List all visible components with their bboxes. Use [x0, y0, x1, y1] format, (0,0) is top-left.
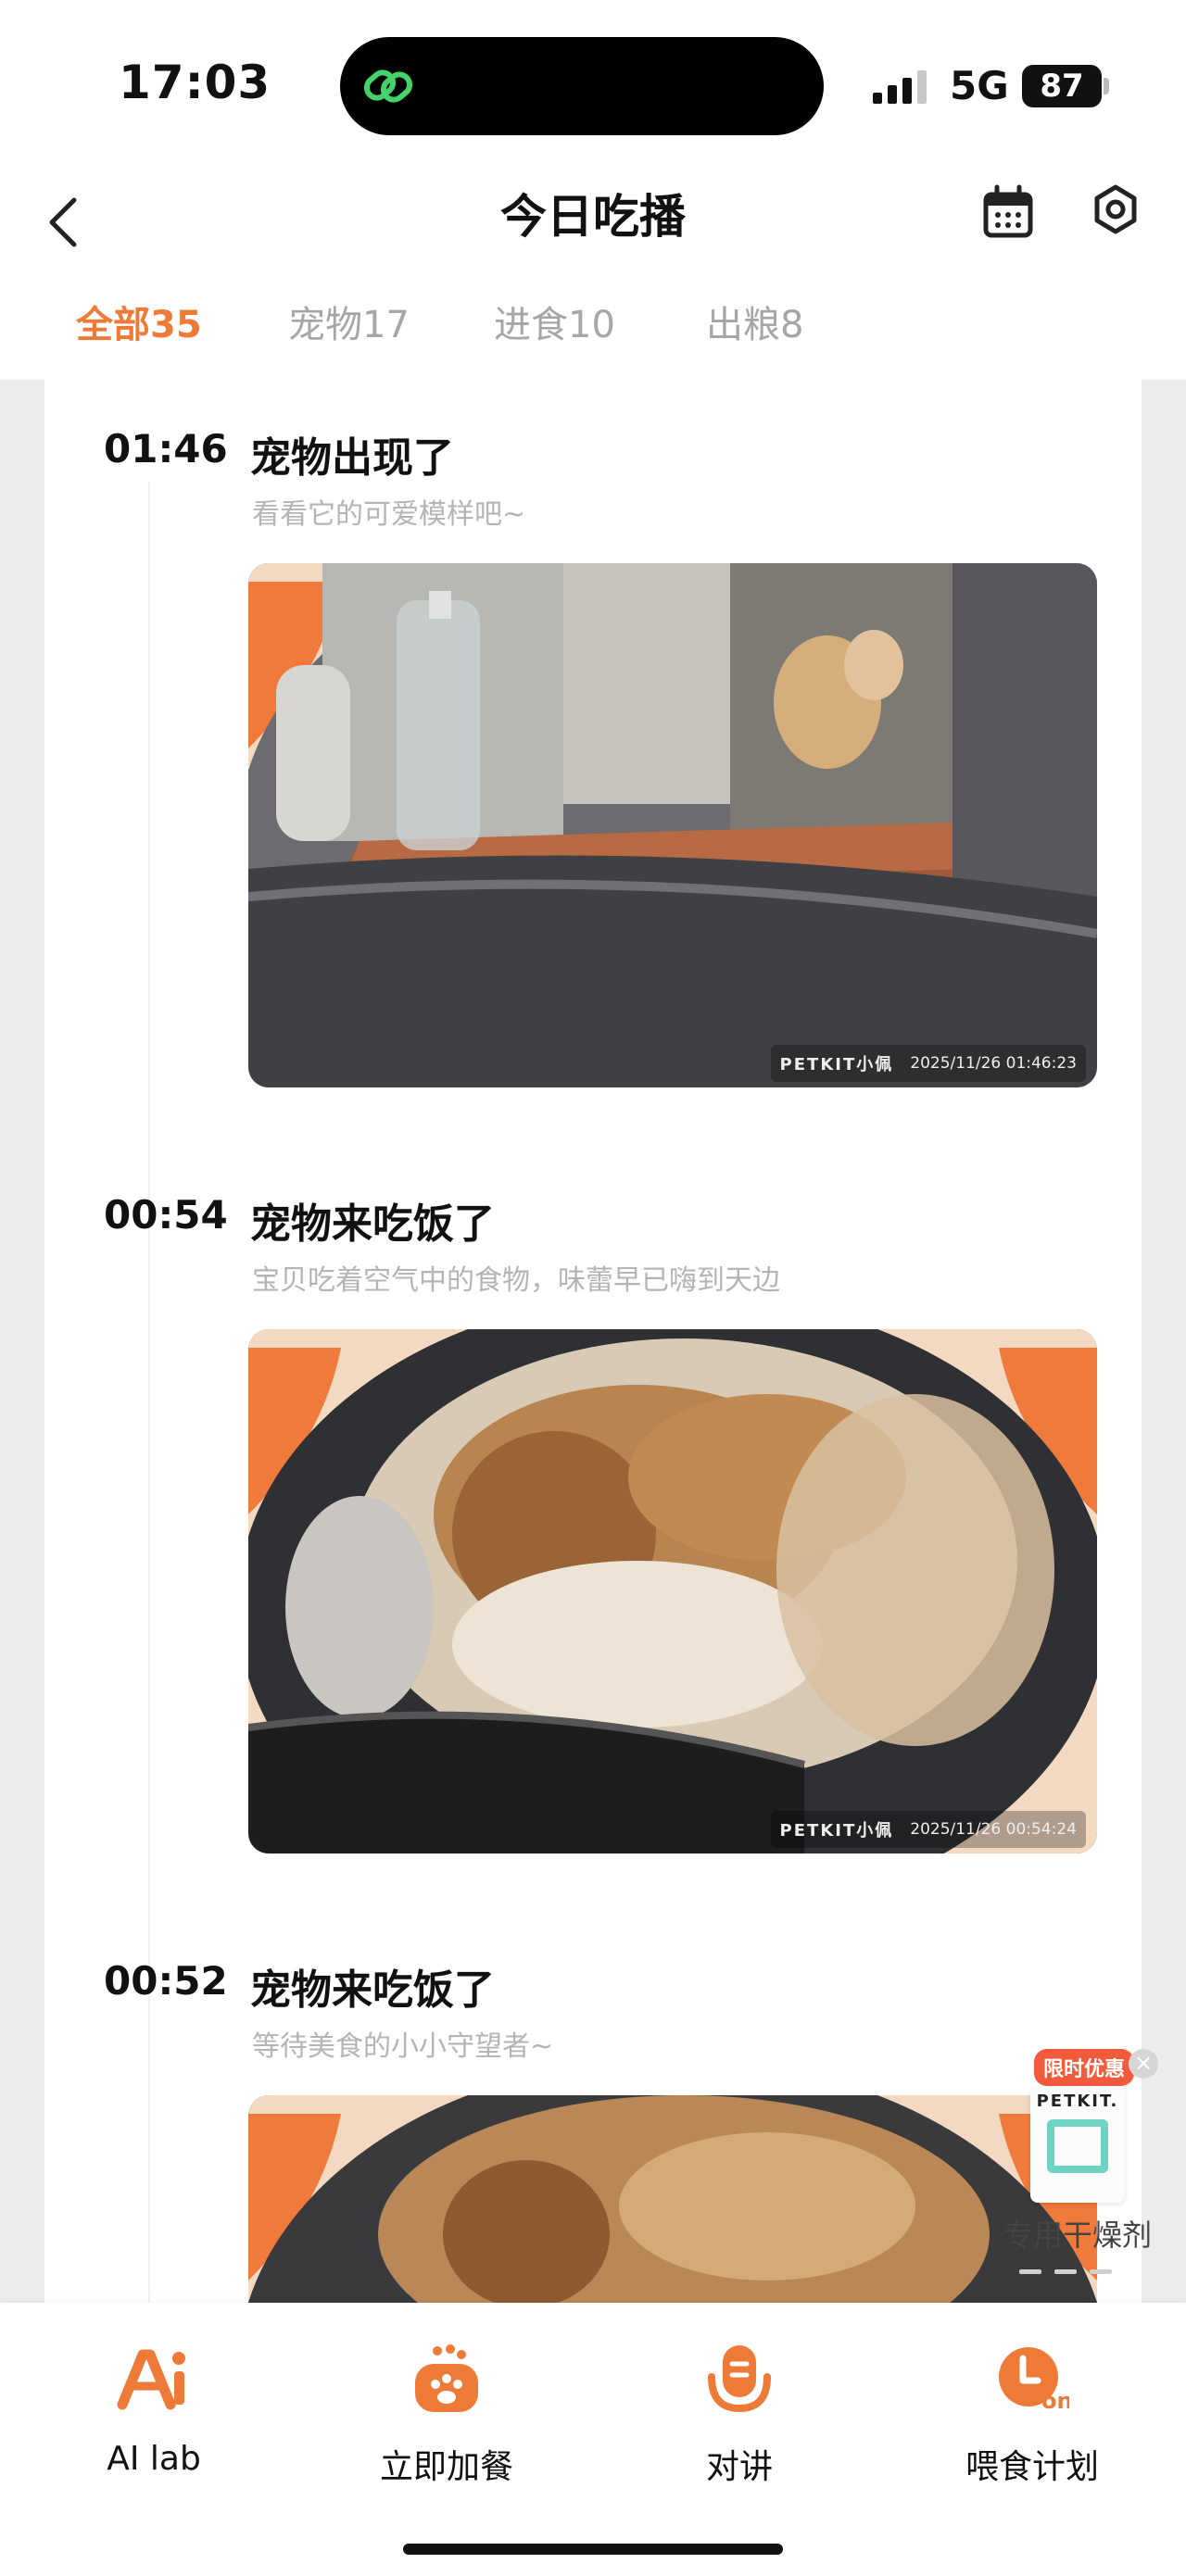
signal-icon: [873, 70, 927, 104]
event-snapshot[interactable]: PETKIT小佩 2025/11/26 00:54:24: [248, 1329, 1097, 1853]
dynamic-island: [340, 37, 824, 135]
snapshot-watermark: PETKIT小佩 2025/11/26 00:54:24: [770, 1811, 1086, 1848]
add-meal-button[interactable]: 立即加餐: [335, 2344, 558, 2529]
event-time: 01:46: [104, 426, 228, 471]
settings-icon[interactable]: [1088, 180, 1143, 245]
tab-pet[interactable]: 宠物17: [288, 295, 410, 348]
intercom-icon: [708, 2345, 771, 2413]
product-box-icon: [1047, 2119, 1108, 2173]
event-snapshot[interactable]: PETKIT小佩 2025/11/26 01:46:23: [248, 563, 1097, 1087]
carousel-dots: [1019, 2260, 1140, 2274]
feeding-plan-label: 喂食计划: [965, 2448, 1099, 2486]
product-brand: PETKIT.: [1036, 2092, 1119, 2111]
filter-tabs: 全部35 宠物17 进食10 出粮8: [0, 295, 1186, 350]
page-header: 今日吃播 全部35 宠物17 进食10 出粮8: [0, 157, 1186, 380]
snapshot-image: [248, 1329, 1097, 1853]
feeding-plan-button[interactable]: on 喂食计划: [921, 2344, 1143, 2529]
battery-tip: [1104, 78, 1109, 94]
add-meal-icon: [415, 2344, 478, 2412]
event-time: 00:52: [104, 1958, 228, 2004]
link-activity-icon: [363, 69, 413, 103]
event-timeline: 01:46 宠物出现了 看看它的可爱模样吧~ PETKIT小佩 2025/11/…: [44, 380, 1142, 2303]
intercom-button[interactable]: 对讲: [628, 2344, 851, 2529]
event-title: 宠物出现了: [250, 434, 454, 482]
tab-dispense[interactable]: 出粮8: [706, 295, 803, 348]
calendar-icon[interactable]: [980, 180, 1036, 245]
ai-lab-label: AI lab: [107, 2440, 201, 2478]
snapshot-watermark: PETKIT小佩 2025/11/26 01:46:23: [770, 1045, 1086, 1082]
promo-badge: 限时优惠: [1034, 2049, 1135, 2086]
battery-indicator: 87: [1022, 65, 1102, 107]
snapshot-image: [248, 2095, 1097, 2303]
ai-lab-icon: [117, 2349, 185, 2410]
product-image: PETKIT.: [1030, 2086, 1125, 2203]
event-title: 宠物来吃饭了: [250, 1200, 495, 1248]
status-time: 17:03: [119, 56, 271, 109]
promo-widget[interactable]: 限时优惠 × PETKIT. 专用干燥剂: [990, 2038, 1166, 2274]
close-icon[interactable]: ×: [1129, 2049, 1158, 2079]
event-title: 宠物来吃饭了: [250, 1967, 495, 2014]
event-subtitle: 看看它的可爱模样吧~: [252, 498, 526, 531]
bottom-action-bar: AI lab 立即加餐 对讲 on 喂食计划: [0, 2303, 1186, 2576]
home-indicator[interactable]: [403, 2544, 783, 2555]
timeline-line: [148, 482, 150, 2303]
tab-eating[interactable]: 进食10: [494, 295, 615, 348]
feeding-plan-icon: on: [999, 2347, 1069, 2414]
network-type: 5G: [950, 63, 1009, 108]
tab-all[interactable]: 全部35: [76, 295, 202, 348]
svg-text:on: on: [1041, 2388, 1069, 2414]
add-meal-label: 立即加餐: [379, 2448, 513, 2486]
event-subtitle: 等待美食的小小守望者~: [252, 2030, 554, 2063]
intercom-label: 对讲: [705, 2448, 773, 2486]
event-subtitle: 宝贝吃着空气中的食物，味蕾早已嗨到天边: [252, 1264, 780, 1297]
promo-label: 专用干燥剂: [1003, 2218, 1152, 2253]
snapshot-image: [248, 563, 1097, 1087]
event-snapshot[interactable]: [248, 2095, 1097, 2303]
event-time: 00:54: [104, 1192, 228, 1238]
ai-lab-button[interactable]: AI lab: [43, 2344, 265, 2529]
status-bar: 17:03 5G 87: [0, 0, 1186, 157]
